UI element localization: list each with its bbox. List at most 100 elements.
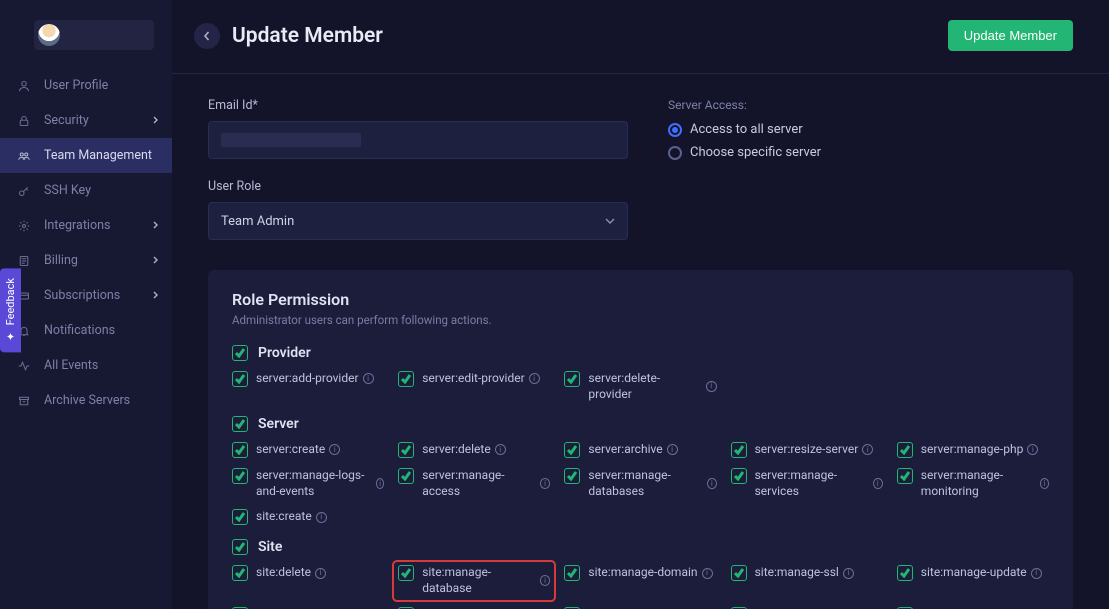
- permission-label: site:manage-update i: [921, 565, 1042, 581]
- info-icon[interactable]: i: [329, 444, 340, 455]
- topbar: Update Member Update Member: [172, 0, 1109, 74]
- info-icon[interactable]: i: [1031, 568, 1042, 579]
- info-icon[interactable]: i: [667, 444, 678, 455]
- checkbox-icon[interactable]: [232, 539, 248, 555]
- server-access-option[interactable]: Choose specific server: [668, 145, 1073, 160]
- info-icon[interactable]: i: [495, 444, 506, 455]
- info-icon[interactable]: i: [315, 568, 326, 579]
- sidebar-item-security[interactable]: Security: [0, 103, 172, 138]
- checkbox-icon[interactable]: [232, 371, 248, 387]
- checkbox-icon[interactable]: [398, 442, 414, 458]
- info-icon[interactable]: i: [316, 512, 327, 523]
- team-icon: [18, 150, 32, 162]
- checkbox-icon[interactable]: [564, 468, 580, 484]
- user-icon: [18, 80, 32, 92]
- permission-item[interactable]: server:add-provider i: [232, 371, 384, 402]
- feedback-tab[interactable]: ✦ Feedback: [0, 268, 21, 352]
- checkbox-icon[interactable]: [232, 345, 248, 361]
- page-title: Update Member: [232, 24, 383, 48]
- permission-item[interactable]: server:manage-access i: [398, 468, 550, 499]
- permission-item[interactable]: server:manage-monitoring i: [897, 468, 1049, 499]
- checkbox-icon[interactable]: [232, 442, 248, 458]
- permission-label: server:manage-php i: [921, 442, 1039, 458]
- checkbox-icon[interactable]: [564, 565, 580, 581]
- sidebar-item-label: Integrations: [44, 218, 110, 233]
- sidebar-item-integrations[interactable]: Integrations: [0, 208, 172, 243]
- back-button[interactable]: [194, 23, 220, 49]
- checkbox-icon[interactable]: [398, 371, 414, 387]
- sidebar-item-label: Notifications: [44, 323, 115, 338]
- sidebar-item-billing[interactable]: Billing: [0, 243, 172, 278]
- sidebar-item-team-management[interactable]: Team Management: [0, 138, 172, 173]
- user-badge[interactable]: [34, 20, 154, 50]
- sidebar-item-user-profile[interactable]: User Profile: [0, 68, 172, 103]
- permission-item[interactable]: server:manage-logs-and-events i: [232, 468, 384, 499]
- update-member-button[interactable]: Update Member: [948, 20, 1073, 51]
- permission-item[interactable]: site:manage-database i: [394, 562, 554, 599]
- role-select[interactable]: Team Admin: [208, 202, 628, 240]
- email-field[interactable]: [208, 121, 628, 159]
- permission-item[interactable]: site:create i: [232, 509, 384, 525]
- checkbox-icon[interactable]: [731, 565, 747, 581]
- checkbox-icon[interactable]: [564, 371, 580, 387]
- checkbox-icon[interactable]: [232, 416, 248, 432]
- info-icon[interactable]: i: [540, 575, 551, 586]
- server-access-label: Server Access:: [668, 98, 1073, 112]
- permission-label: server:edit-provider i: [422, 371, 539, 387]
- feedback-label: Feedback: [4, 278, 17, 325]
- checkbox-icon[interactable]: [232, 565, 248, 581]
- permission-label: server:manage-logs-and-events i: [256, 468, 384, 499]
- permission-item[interactable]: server:manage-php i: [897, 442, 1049, 458]
- sidebar-item-label: User Profile: [44, 78, 108, 93]
- section-title: Server: [258, 416, 299, 432]
- permission-item[interactable]: server:resize-server i: [731, 442, 883, 458]
- checkbox-icon[interactable]: [564, 442, 580, 458]
- permission-item[interactable]: server:edit-provider i: [398, 371, 550, 402]
- permission-item[interactable]: server:delete i: [398, 442, 550, 458]
- info-icon[interactable]: i: [529, 373, 540, 384]
- sidebar-item-archive-servers[interactable]: Archive Servers: [0, 383, 172, 418]
- checkbox-icon[interactable]: [398, 565, 414, 581]
- sidebar-item-label: Subscriptions: [44, 288, 120, 303]
- permission-item[interactable]: server:archive i: [564, 442, 716, 458]
- checkbox-icon[interactable]: [897, 442, 913, 458]
- sidebar-item-subscriptions[interactable]: Subscriptions: [0, 278, 172, 313]
- sidebar-item-ssh-key[interactable]: SSH Key: [0, 173, 172, 208]
- sidebar-item-notifications[interactable]: Notifications: [0, 313, 172, 348]
- checkbox-icon[interactable]: [232, 468, 248, 484]
- permission-item[interactable]: site:manage-domain i: [564, 565, 716, 596]
- checkbox-icon[interactable]: [731, 468, 747, 484]
- permission-label: server:manage-access i: [422, 468, 550, 499]
- info-icon[interactable]: i: [702, 568, 713, 579]
- main-content: Update Member Update Member Email Id* Us…: [172, 0, 1109, 609]
- permission-label: server:delete i: [422, 442, 506, 458]
- info-icon[interactable]: i: [873, 478, 883, 489]
- server-access-option[interactable]: Access to all server: [668, 122, 1073, 137]
- permission-item[interactable]: server:create i: [232, 442, 384, 458]
- info-icon[interactable]: i: [1040, 478, 1049, 489]
- info-icon[interactable]: i: [376, 478, 384, 489]
- checkbox-icon[interactable]: [731, 442, 747, 458]
- permission-item[interactable]: site:delete i: [232, 565, 384, 596]
- checkbox-icon[interactable]: [897, 468, 913, 484]
- checkbox-icon[interactable]: [232, 509, 248, 525]
- permission-item[interactable]: server:manage-databases i: [564, 468, 716, 499]
- info-icon[interactable]: i: [843, 568, 854, 579]
- info-icon[interactable]: i: [1027, 444, 1038, 455]
- permission-item[interactable]: site:manage-ssl i: [731, 565, 883, 596]
- form-area: Email Id* User Role Team Admin Server Ac…: [172, 74, 1109, 250]
- permission-label: server:manage-databases i: [588, 468, 716, 499]
- info-icon[interactable]: i: [363, 373, 374, 384]
- permission-item[interactable]: server:delete-provider i: [564, 371, 716, 402]
- info-icon[interactable]: i: [862, 444, 873, 455]
- info-icon[interactable]: i: [707, 478, 716, 489]
- checkbox-icon[interactable]: [897, 565, 913, 581]
- checkbox-icon[interactable]: [398, 468, 414, 484]
- permission-grid: server:add-provider i server:edit-provide…: [232, 371, 1049, 402]
- permission-label: server:resize-server i: [755, 442, 874, 458]
- permission-item[interactable]: server:manage-services i: [731, 468, 883, 499]
- info-icon[interactable]: i: [540, 478, 551, 489]
- info-icon[interactable]: i: [706, 381, 717, 392]
- sidebar-item-all-events[interactable]: All Events: [0, 348, 172, 383]
- permission-item[interactable]: site:manage-update i: [897, 565, 1049, 596]
